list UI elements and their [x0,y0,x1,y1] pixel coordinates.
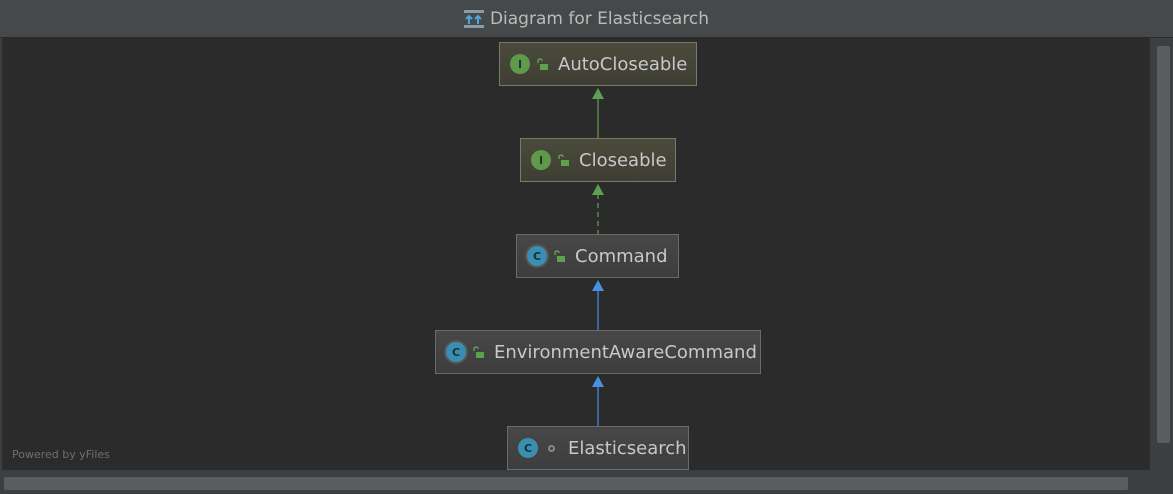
node-label: Elasticsearch [568,437,687,459]
window-title: Diagram for Elasticsearch [489,8,710,29]
unlocked-icon [473,346,484,358]
unlocked-icon [554,250,565,262]
interface-icon: I [510,54,530,74]
title-bar: Diagram for Elasticsearch [0,0,1173,38]
abstract-class-icon: C [446,342,466,362]
vertical-scrollbar[interactable] [1157,46,1170,443]
edge-closeable-autocloseable [592,88,604,138]
node-label: AutoCloseable [558,53,688,75]
horizontal-scrollbar[interactable] [4,477,1128,490]
edge-envaware-command [592,280,604,330]
node-elasticsearch[interactable]: C Elasticsearch [507,426,689,470]
interface-icon: I [531,150,551,170]
diagram-icon [463,9,484,28]
node-label: Closeable [579,149,667,171]
edge-elasticsearch-envaware [592,376,604,426]
node-environment-aware-command[interactable]: C EnvironmentAwareCommand [435,330,761,374]
powered-by-label: Powered by yFiles [12,448,110,461]
edge-command-closeable [592,184,604,234]
abstract-class-icon: C [527,246,547,266]
runnable-class-icon: C [518,438,538,458]
unlocked-icon [537,58,548,70]
node-label: Command [575,245,668,267]
node-label: EnvironmentAwareCommand [494,341,757,363]
node-closeable[interactable]: I Closeable [520,138,676,182]
node-command[interactable]: C Command [516,234,679,278]
node-autocloseable[interactable]: I AutoCloseable [499,42,697,86]
unlocked-icon [558,154,569,166]
package-private-icon [548,444,555,452]
diagram-canvas[interactable]: I AutoCloseable I Closeable C Command C … [2,38,1150,470]
